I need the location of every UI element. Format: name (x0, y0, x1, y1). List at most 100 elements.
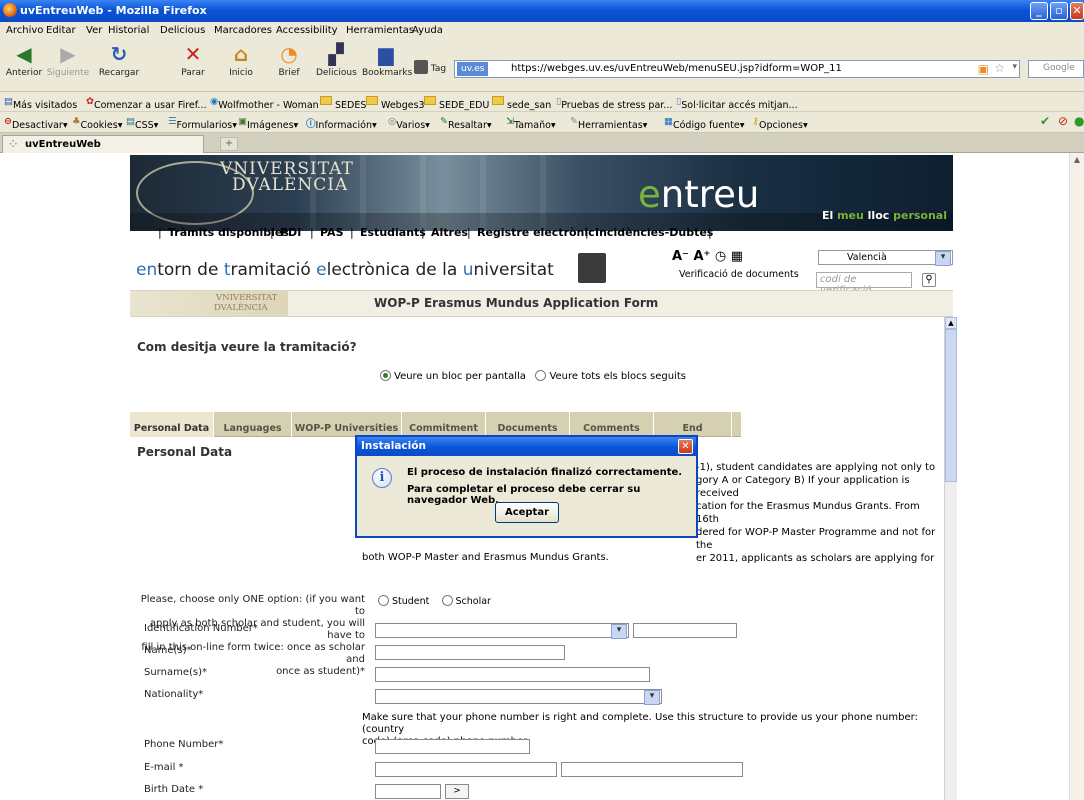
menu-ver[interactable]: Ver (86, 25, 102, 36)
email-confirm-input[interactable] (561, 762, 743, 777)
accept-button[interactable]: Aceptar (495, 502, 559, 523)
radio-checked-icon (380, 370, 391, 381)
tab-personal-data[interactable]: Personal Data (130, 412, 214, 437)
menu-herramientas[interactable]: Herramientas (346, 25, 414, 36)
new-tab-button[interactable]: + (220, 137, 238, 151)
back-button[interactable]: ◀ Anterior (4, 42, 44, 78)
bookmark-sede-san[interactable]: sede_san (492, 96, 551, 111)
scroll-up-icon[interactable]: ▲ (945, 317, 957, 329)
font-size-controls[interactable]: A⁻ A⁺ ◷ ▦ (672, 249, 743, 264)
bookmark-mas-visitados[interactable]: ▤ Más visitados (4, 96, 77, 111)
nationality-select[interactable] (375, 689, 662, 705)
radio-all-blocks[interactable]: Veure tots els blocs seguits (535, 370, 686, 382)
menu-ayuda[interactable]: Ayuda (412, 25, 443, 36)
bookmark-comenzar[interactable]: ✿ Comenzar a usar Firef... (86, 96, 207, 111)
tab-comments[interactable]: Comments (570, 412, 654, 437)
bookmarks-button[interactable]: ▆ Bookmarks (362, 42, 412, 78)
tab-languages[interactable]: Languages (214, 412, 292, 437)
star-icon[interactable]: ☆ (994, 61, 1005, 75)
home-button[interactable]: ⌂ Inicio (226, 42, 256, 78)
dev-cookies[interactable]: ♣ Cookies▾ (72, 116, 123, 131)
date-picker-button[interactable]: > (445, 784, 469, 799)
content-scrollbar[interactable]: ▲ (944, 317, 957, 800)
radio-scholar[interactable]: Scholar (441, 595, 491, 607)
university-logo-text: VNIVERSITAT DVALÈNCIA (220, 159, 354, 195)
dev-css[interactable]: ▤ CSS▾ (126, 116, 158, 131)
bookmark-wolfmother[interactable]: ◉ Wolfmother - Woman (210, 96, 319, 111)
menu-historial[interactable]: Historial (108, 25, 149, 36)
dev-varios[interactable]: ◎ Varios▾ (388, 116, 430, 131)
dev-herramientas[interactable]: ✎ Herramientas▾ (570, 116, 647, 131)
tab-wop-universities[interactable]: WOP-P Universities (292, 412, 402, 437)
bookmark-sede-edu[interactable]: SEDE_EDU (424, 96, 489, 111)
nav-incidencies[interactable]: Incidències-Dubtes (595, 226, 713, 239)
dev-tamano[interactable]: ⇲ Tamaño▾ (506, 116, 556, 131)
delicious-button[interactable]: ▞ Delicious (316, 42, 357, 78)
tab-uventreuweb[interactable]: ⁘ uvEntreuWeb (2, 135, 204, 153)
tag-button[interactable]: Tag (414, 60, 452, 74)
bookmark-webges3[interactable]: Webges3 (366, 96, 425, 111)
phone-input[interactable] (375, 739, 530, 754)
dialog-close-button[interactable]: ✕ (678, 439, 693, 454)
birth-date-label: Birth Date * (144, 784, 204, 795)
chevron-down-icon[interactable]: ▾ (1012, 62, 1017, 72)
birth-date-input[interactable] (375, 784, 441, 799)
installation-dialog: Instalación ✕ i El proceso de instalació… (355, 435, 698, 538)
stop-button[interactable]: ✕ Parar (178, 42, 208, 78)
verification-code-input[interactable]: codi de verificació (816, 272, 912, 296)
dev-resaltar[interactable]: ✎ Resaltar▾ (440, 116, 492, 131)
minimize-button[interactable]: _ (1030, 2, 1048, 20)
view-options: Veure un bloc per pantalla Veure tots el… (380, 370, 686, 382)
dev-formularios[interactable]: ☰ Formularios▾ (168, 116, 237, 131)
site-banner: VNIVERSITAT DVALÈNCIA entreu El meu lloc… (130, 155, 953, 231)
language-select[interactable]: Valencià (818, 250, 953, 266)
site-identity-button[interactable]: uv.es (457, 62, 489, 76)
search-input[interactable]: Google (1028, 60, 1084, 78)
scroll-up-icon[interactable]: ▲ (1071, 155, 1083, 167)
brief-button[interactable]: ◔ Brief (276, 42, 302, 78)
page-scrollbar[interactable]: ▲ (1069, 153, 1084, 800)
menu-editar[interactable]: Editar (46, 25, 76, 36)
tab-documents[interactable]: Documents (486, 412, 570, 437)
entreu-logo: entreu (638, 173, 760, 216)
tab-commitment[interactable]: Commitment (402, 412, 486, 437)
reload-button[interactable]: ↻ Recargar (96, 42, 142, 78)
email-input[interactable] (375, 762, 557, 777)
bookmark-pruebas[interactable]: ▯ Pruebas de stress par... (556, 96, 672, 111)
surnames-input[interactable] (375, 667, 650, 682)
nav-pas[interactable]: PAS (320, 226, 344, 239)
dev-opciones[interactable]: ⚷ Opciones▾ (752, 116, 808, 131)
dev-desactivar[interactable]: ⊖ Desactivar▾ (4, 116, 68, 131)
nav-estudiants[interactable]: Estudiants (360, 226, 426, 239)
section-title: Personal Data (137, 445, 233, 459)
names-input[interactable] (375, 645, 565, 660)
forward-button[interactable]: ▶ Siguiente (46, 42, 90, 78)
menu-delicious[interactable]: Delicious (160, 25, 205, 36)
url-bar[interactable]: uv.es https://webges.uv.es/uvEntreuWeb/m… (454, 60, 1020, 78)
menu-accessibility[interactable]: Accessibility (276, 25, 338, 36)
maximize-button[interactable]: ▫ (1050, 2, 1068, 20)
identification-type-select[interactable] (375, 623, 629, 639)
tab-end[interactable]: End (654, 412, 732, 437)
radio-one-block[interactable]: Veure un bloc per pantalla (380, 370, 526, 382)
nav-registre[interactable]: Registre electrònic (477, 226, 595, 239)
bookmark-sollicitar[interactable]: ▯ Sol·licitar accés mitjan... (676, 96, 798, 111)
radio-student[interactable]: Student (378, 595, 429, 607)
menu-marcadores[interactable]: Marcadores (214, 25, 272, 36)
search-icon[interactable]: ⚲ (922, 273, 936, 287)
radio-icon (378, 595, 389, 606)
nav-altres[interactable]: Altres (431, 226, 468, 239)
dev-imagenes[interactable]: ▣ Imágenes▾ (238, 116, 298, 131)
dev-codigo-fuente[interactable]: ▦ Código fuente▾ (664, 116, 745, 131)
home-icon: ⌂ (233, 42, 249, 66)
bookmark-sedes[interactable]: SEDES (320, 96, 366, 111)
nav-pdi[interactable]: PDI (280, 226, 301, 239)
dev-informacion[interactable]: ⓘ Información▾ (306, 116, 377, 131)
scroll-thumb[interactable] (945, 329, 957, 482)
rss-feed-icon[interactable]: ▣ (978, 62, 989, 76)
dialog-message-1: El proceso de instalación finalizó corre… (407, 467, 683, 478)
close-window-button[interactable]: ✕ (1070, 2, 1084, 20)
identification-number-input[interactable] (633, 623, 737, 638)
menu-archivo[interactable]: Archivo (6, 25, 43, 36)
choose-option-label: Please, choose only ONE option: (if you … (140, 594, 365, 677)
